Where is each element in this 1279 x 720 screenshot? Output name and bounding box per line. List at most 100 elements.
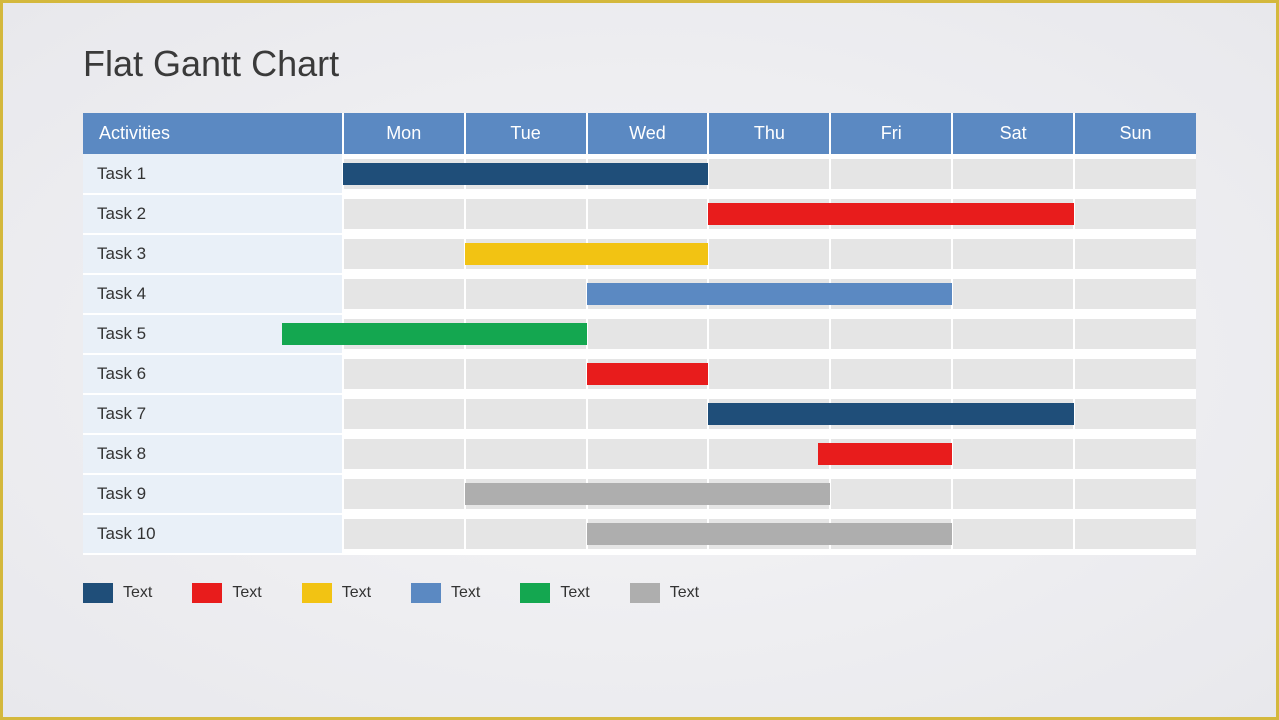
day-cell xyxy=(587,234,709,274)
gantt-header-row: Activities Mon Tue Wed Thu Fri Sat Sun xyxy=(83,113,1196,154)
day-cell xyxy=(830,394,952,434)
day-cell xyxy=(830,154,952,194)
day-cell-block xyxy=(344,399,464,429)
day-header-fri: Fri xyxy=(830,113,952,154)
day-cell-block xyxy=(466,519,586,549)
legend-swatch xyxy=(192,583,222,603)
day-cell-block xyxy=(344,159,464,189)
day-cell-block xyxy=(953,399,1073,429)
day-cell-block xyxy=(709,159,829,189)
day-cell xyxy=(830,354,952,394)
day-cell-block xyxy=(588,359,708,389)
legend-swatch xyxy=(83,583,113,603)
day-cell-block xyxy=(953,239,1073,269)
day-cell xyxy=(465,154,587,194)
day-cell xyxy=(830,474,952,514)
day-cell xyxy=(1074,354,1196,394)
task-label: Task 5 xyxy=(83,314,343,354)
day-cell-block xyxy=(1075,439,1196,469)
day-cell-block xyxy=(344,239,464,269)
day-cell-block xyxy=(709,319,829,349)
day-cell xyxy=(343,274,465,314)
day-cell-block xyxy=(466,279,586,309)
task-label: Task 1 xyxy=(83,154,343,194)
day-cell xyxy=(465,194,587,234)
day-cell-block xyxy=(831,279,951,309)
table-row: Task 5 xyxy=(83,314,1196,354)
day-cell-block xyxy=(953,439,1073,469)
table-row: Task 9 xyxy=(83,474,1196,514)
legend-item: Text xyxy=(83,583,152,603)
day-cell xyxy=(830,514,952,554)
day-cell xyxy=(587,394,709,434)
day-cell xyxy=(587,354,709,394)
day-cell-block xyxy=(588,199,708,229)
day-cell-block xyxy=(831,159,951,189)
day-cell xyxy=(708,194,830,234)
legend-item: Text xyxy=(411,583,480,603)
task-label: Task 8 xyxy=(83,434,343,474)
day-cell xyxy=(830,194,952,234)
day-cell xyxy=(1074,434,1196,474)
day-cell-block xyxy=(344,439,464,469)
day-cell xyxy=(343,434,465,474)
table-row: Task 4 xyxy=(83,274,1196,314)
day-cell xyxy=(587,154,709,194)
day-cell-block xyxy=(953,199,1073,229)
day-cell-block xyxy=(831,519,951,549)
day-cell xyxy=(830,434,952,474)
day-cell-block xyxy=(588,439,708,469)
legend-swatch xyxy=(630,583,660,603)
day-cell-block xyxy=(1075,319,1196,349)
day-cell-block xyxy=(953,279,1073,309)
day-cell xyxy=(952,514,1074,554)
legend-item: Text xyxy=(192,583,261,603)
day-cell xyxy=(465,394,587,434)
day-cell xyxy=(465,434,587,474)
day-cell-block xyxy=(709,279,829,309)
day-cell xyxy=(587,314,709,354)
legend-swatch xyxy=(411,583,441,603)
table-row: Task 1 xyxy=(83,154,1196,194)
page-title: Flat Gantt Chart xyxy=(83,43,1196,85)
day-cell xyxy=(952,434,1074,474)
day-cell xyxy=(343,314,465,354)
day-cell-block xyxy=(709,399,829,429)
day-cell xyxy=(708,314,830,354)
day-cell xyxy=(343,514,465,554)
day-cell-block xyxy=(466,479,586,509)
day-cell-block xyxy=(831,359,951,389)
day-cell-block xyxy=(831,319,951,349)
legend-label: Text xyxy=(560,584,589,602)
day-cell xyxy=(587,474,709,514)
day-cell-block xyxy=(466,159,586,189)
day-cell-block xyxy=(1075,239,1196,269)
day-cell xyxy=(830,314,952,354)
day-cell-block xyxy=(344,359,464,389)
day-cell xyxy=(952,154,1074,194)
legend-item: Text xyxy=(520,583,589,603)
legend-label: Text xyxy=(670,584,699,602)
task-label: Task 3 xyxy=(83,234,343,274)
day-cell-block xyxy=(831,399,951,429)
day-cell-block xyxy=(709,439,829,469)
legend-swatch xyxy=(520,583,550,603)
day-cell xyxy=(343,194,465,234)
task-label: Task 6 xyxy=(83,354,343,394)
day-cell xyxy=(708,354,830,394)
day-cell-block xyxy=(953,519,1073,549)
day-cell xyxy=(343,394,465,434)
task-label: Task 7 xyxy=(83,394,343,434)
day-cell-block xyxy=(344,199,464,229)
day-cell xyxy=(708,274,830,314)
day-cell-block xyxy=(1075,399,1196,429)
gantt-table: Activities Mon Tue Wed Thu Fri Sat Sun T… xyxy=(83,113,1196,555)
day-cell-block xyxy=(953,159,1073,189)
day-cell-block xyxy=(344,319,464,349)
day-cell-block xyxy=(466,399,586,429)
day-cell xyxy=(1074,194,1196,234)
table-row: Task 3 xyxy=(83,234,1196,274)
day-cell xyxy=(952,274,1074,314)
day-cell-block xyxy=(1075,199,1196,229)
day-cell-block xyxy=(466,199,586,229)
